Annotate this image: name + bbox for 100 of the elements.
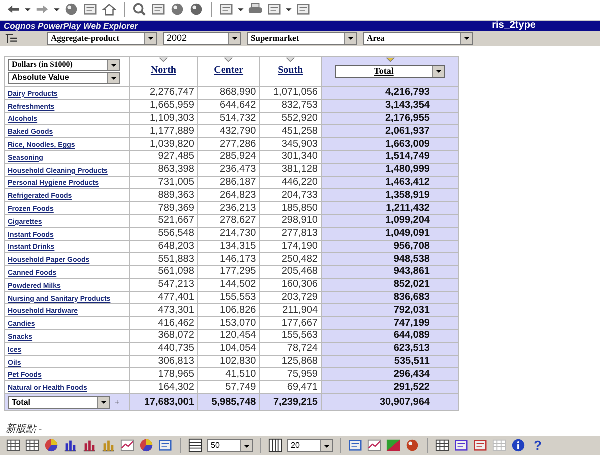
table-cell: 174,190	[260, 240, 322, 253]
drill-up-icon[interactable]	[159, 56, 168, 63]
bar-chart-icon[interactable]	[63, 438, 78, 454]
table-cell: 1,463,412	[322, 176, 458, 189]
column-link[interactable]: Center	[214, 64, 244, 76]
table-cell: 852,021	[322, 278, 458, 292]
dropdown-field[interactable]: 50	[207, 439, 253, 452]
table-cell: 264,823	[198, 188, 260, 202]
dropdown-field[interactable]: Area	[363, 32, 473, 45]
table-cell: 747,199	[322, 316, 458, 330]
table-cell: 868,990	[198, 86, 260, 100]
table-cell: 236,213	[198, 202, 260, 214]
table-cell: 41,510	[198, 368, 260, 381]
dropdown-field[interactable]: Aggregate-product	[47, 32, 157, 45]
document-icon[interactable]	[296, 2, 311, 18]
total-cell: 5,985,748	[198, 394, 260, 411]
table-cell: 451,258	[260, 124, 322, 138]
table-cell: 203,729	[260, 291, 322, 304]
bar-chart-icon[interactable]	[82, 438, 97, 454]
table-cell: 648,203	[130, 240, 198, 253]
total-cell: 30,907,964	[322, 394, 458, 411]
table-cell: 144,502	[198, 278, 260, 292]
table-cell: 278,627	[198, 214, 260, 228]
dropdown-field[interactable]: Total	[335, 64, 445, 78]
table-cell: 345,903	[260, 138, 322, 150]
search-icon[interactable]	[132, 2, 147, 18]
table-cell: 943,861	[322, 266, 458, 278]
table-cell: 4,216,793	[322, 86, 458, 100]
table-cell: 416,462	[130, 316, 198, 330]
column-link[interactable]: North	[150, 64, 176, 76]
grid-icon[interactable]	[6, 438, 21, 454]
table-cell: 125,868	[260, 355, 322, 368]
column-link[interactable]: South	[278, 64, 304, 76]
table-cell: 1,663,009	[322, 138, 458, 150]
table-cell: 889,363	[130, 188, 198, 202]
table-cell: 731,005	[130, 176, 198, 189]
table-cell: 1,177,889	[130, 124, 198, 138]
table-cell: 446,220	[260, 176, 322, 189]
drill-up-icon[interactable]	[224, 56, 234, 63]
table-cell: 185,850	[260, 202, 322, 214]
info-icon[interactable]	[511, 438, 526, 454]
table-cell: 2,176,955	[322, 112, 458, 125]
drill-up-icon[interactable]	[286, 56, 296, 63]
table-cell: 211,904	[260, 304, 322, 317]
table-cell: 792,031	[322, 304, 458, 317]
table-cell: 1,514,749	[322, 150, 458, 164]
expand-button[interactable]: +	[115, 398, 120, 407]
table-cell: 78,724	[260, 342, 322, 356]
home-icon[interactable]	[102, 2, 117, 18]
columns-icon[interactable]	[268, 438, 283, 454]
rows-icon[interactable]	[188, 438, 203, 454]
caret-icon	[146, 34, 154, 42]
dropdown-field[interactable]: Total	[8, 396, 110, 409]
table-cell: 948,538	[322, 252, 458, 266]
table-cell: 1,071,056	[260, 86, 322, 100]
table-cell: 2,276,747	[130, 86, 198, 100]
dropdown-field[interactable]: Dollars (in $1000)	[8, 58, 120, 71]
table-cell: 473,301	[130, 304, 198, 317]
table-cell: 236,473	[198, 163, 260, 176]
table-cell: 177,295	[198, 266, 260, 278]
table-cell: 623,513	[322, 342, 458, 356]
table-cell: 104,054	[198, 342, 260, 356]
table-cell: 291,522	[322, 380, 458, 394]
stacked-bar-icon[interactable]	[101, 438, 116, 454]
table-cell: 440,735	[130, 342, 198, 356]
table-cell: 160,306	[260, 278, 322, 292]
table-cell: 214,730	[198, 227, 260, 240]
table-cell: 535,511	[322, 355, 458, 368]
table-cell: 547,213	[130, 278, 198, 292]
table-cell: 134,315	[198, 240, 260, 253]
table-cell: 106,826	[198, 304, 260, 317]
table-cell: 1,211,432	[322, 202, 458, 214]
pie-chart-icon[interactable]	[44, 438, 59, 454]
table-cell: 301,340	[260, 150, 322, 164]
line-chart-icon[interactable]	[120, 438, 135, 454]
caret-icon	[346, 34, 354, 42]
table-cell: 551,883	[130, 252, 198, 266]
dropdown-field[interactable]: Supermarket	[247, 32, 357, 45]
table-cell: 368,072	[130, 330, 198, 342]
table-cell: 863,398	[130, 163, 198, 176]
table-cell: 250,482	[260, 252, 322, 266]
dropdown-field[interactable]: Absolute Value	[8, 72, 120, 84]
table-cell: 120,454	[198, 330, 260, 342]
table-cell: 153,070	[198, 316, 260, 330]
table-cell: 644,089	[322, 330, 458, 342]
table-icon[interactable]	[25, 438, 40, 454]
table-cell: 277,813	[260, 227, 322, 240]
table-cell: 155,563	[260, 330, 322, 342]
table-cell: 177,667	[260, 316, 322, 330]
table-cell: 2,061,937	[322, 124, 458, 138]
table-cell: 1,039,820	[130, 138, 198, 150]
dropdown-field[interactable]: 20	[287, 439, 333, 452]
table-cell: 1,358,919	[322, 188, 458, 202]
table-cell: 836,683	[322, 291, 458, 304]
table-cell: 155,553	[198, 291, 260, 304]
table-cell: 296,434	[322, 368, 458, 381]
table-cell: 1,665,959	[130, 99, 198, 112]
table-cell: 1,049,091	[322, 227, 458, 240]
dropdown-field[interactable]: 2002	[163, 32, 241, 45]
help-button[interactable]: ?	[534, 438, 542, 454]
